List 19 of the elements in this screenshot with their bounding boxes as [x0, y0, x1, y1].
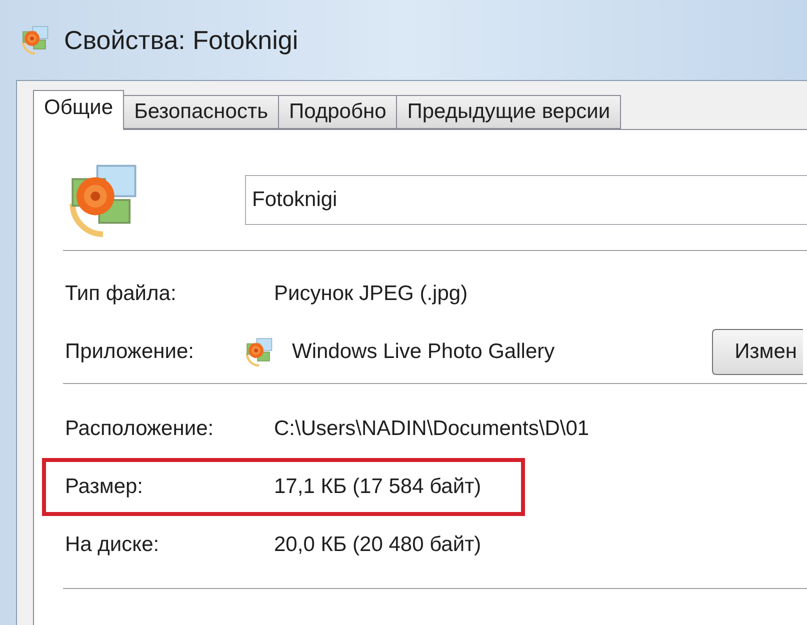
- change-button[interactable]: Измен: [712, 329, 803, 375]
- property-value: 17,1 КБ (17 584 байт): [274, 474, 482, 500]
- property-value: 20,0 КБ (20 480 байт): [274, 532, 482, 558]
- app-icon: [20, 25, 50, 55]
- tab[interactable]: Подробно: [278, 95, 398, 129]
- property-label: Размер:: [65, 474, 144, 500]
- property-label: Расположение:: [65, 416, 215, 442]
- file-name-field[interactable]: Fotoknigi: [245, 175, 807, 225]
- property-label: Тип файла:: [65, 281, 178, 308]
- property-label: На диске:: [65, 532, 160, 558]
- photo-gallery-icon: [244, 337, 274, 367]
- tab[interactable]: Предыдущие версии: [396, 95, 622, 129]
- window-title: Свойства: Fotoknigi: [64, 24, 298, 56]
- property-value: Windows Live Photo Gallery: [292, 339, 555, 366]
- property-value: Рисунок JPEG (.jpg): [274, 281, 468, 308]
- property-label: Приложение:: [65, 339, 196, 366]
- tab[interactable]: Общие: [33, 90, 124, 130]
- tab[interactable]: Безопасность: [123, 95, 280, 129]
- property-value: C:\Users\NADIN\Documents\D\01: [274, 416, 590, 442]
